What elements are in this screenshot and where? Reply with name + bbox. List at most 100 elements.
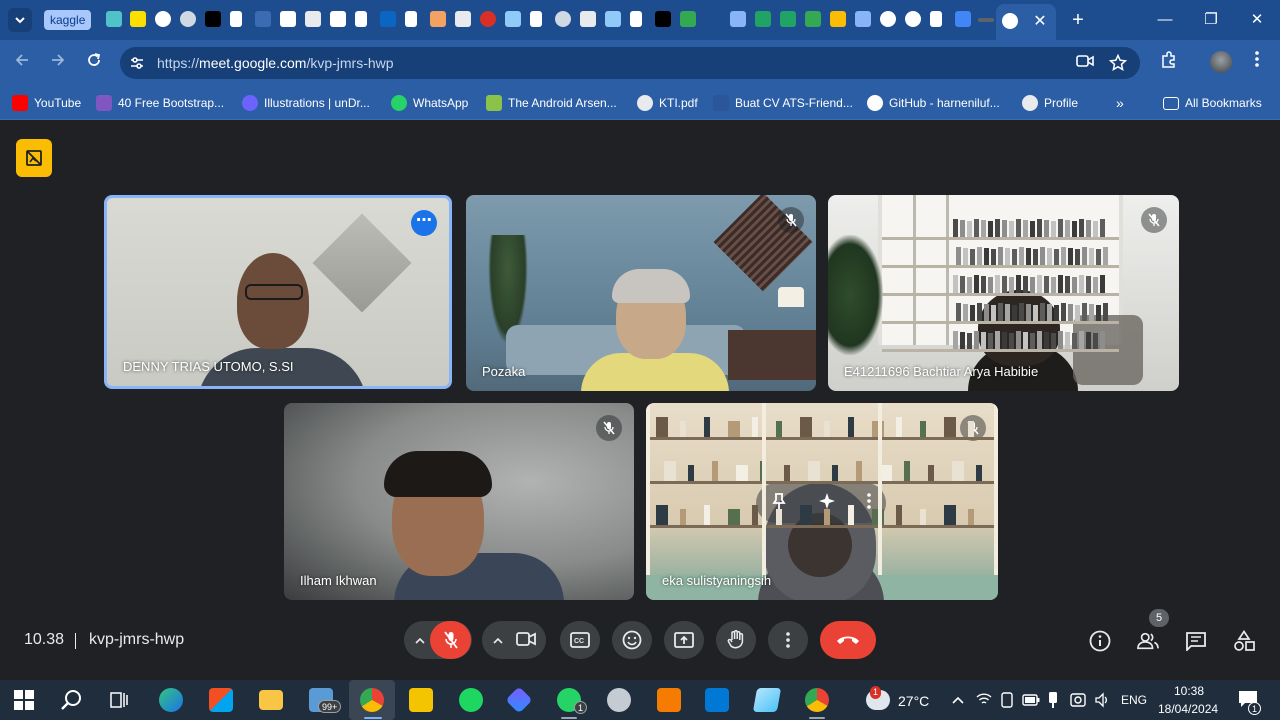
- bookmark-item[interactable]: Profile: [1022, 93, 1078, 113]
- tab-search-button[interactable]: [8, 8, 32, 32]
- close-tab-icon[interactable]: ✕: [1030, 12, 1050, 32]
- translate-icon[interactable]: [955, 11, 971, 27]
- chat-button[interactable]: [1185, 630, 1207, 652]
- copilot-icon[interactable]: [505, 686, 533, 714]
- google-icon[interactable]: [155, 11, 171, 27]
- new-tab-button[interactable]: +: [1066, 8, 1090, 32]
- file-explorer-icon[interactable]: [259, 690, 283, 710]
- forward-button[interactable]: [46, 51, 70, 75]
- doc-icon[interactable]: [405, 11, 417, 27]
- pinned-tab-icon[interactable]: [455, 11, 471, 27]
- more-options-button[interactable]: [768, 621, 808, 659]
- doc-icon[interactable]: [630, 11, 642, 27]
- terminal-icon[interactable]: [705, 11, 721, 27]
- battery-icon[interactable]: [1022, 693, 1040, 707]
- github-icon[interactable]: [880, 11, 896, 27]
- audio-options-button[interactable]: [412, 632, 428, 648]
- bookmark-star-icon[interactable]: [1108, 53, 1128, 74]
- network-icon[interactable]: [976, 692, 992, 708]
- temperature[interactable]: 27°C: [898, 693, 929, 709]
- globe-icon[interactable]: [555, 11, 571, 27]
- bookmark-item[interactable]: GitHub - harneniluf...: [867, 93, 1000, 113]
- pinned-tab-icon[interactable]: [780, 11, 796, 27]
- reactions-button[interactable]: [612, 621, 652, 659]
- pinned-tab-icon[interactable]: [106, 11, 122, 27]
- chrome-icon[interactable]: [360, 688, 384, 712]
- pinned-tab-icon[interactable]: [855, 11, 871, 27]
- tile-more-options-button[interactable]: ⋯: [411, 210, 437, 236]
- back-button[interactable]: [10, 51, 34, 75]
- task-view-button[interactable]: [109, 690, 131, 712]
- pinned-tab-icon[interactable]: [280, 11, 296, 27]
- doc-icon[interactable]: [355, 11, 367, 27]
- camera-toggle-button[interactable]: [516, 631, 536, 652]
- plus-icon[interactable]: [805, 11, 821, 27]
- vscode-icon[interactable]: [705, 688, 729, 712]
- start-button[interactable]: [14, 690, 34, 710]
- pinned-tab-icon[interactable]: [430, 11, 446, 27]
- raise-hand-button[interactable]: [716, 621, 756, 659]
- tray-clock-date[interactable]: 18/04/2024: [1158, 702, 1218, 716]
- bookmark-item[interactable]: Buat CV ATS-Friend...: [713, 93, 853, 113]
- extensions-button[interactable]: [1157, 51, 1181, 75]
- globe-icon[interactable]: [180, 11, 196, 27]
- activities-button[interactable]: [1233, 630, 1255, 652]
- all-bookmarks-button[interactable]: All Bookmarks: [1163, 93, 1262, 113]
- close-window-button[interactable]: ✕: [1234, 8, 1280, 32]
- usb-icon[interactable]: [1048, 691, 1060, 709]
- address-bar[interactable]: https://meet.google.com/kvp-jmrs-hwp: [120, 47, 1140, 79]
- captions-button[interactable]: CC: [560, 621, 600, 659]
- pinned-tab-icon[interactable]: [730, 11, 746, 27]
- reload-button[interactable]: [82, 51, 106, 75]
- participant-tile[interactable]: E41211696 Bachtiar Arya Habibie: [828, 195, 1179, 391]
- microsoft-store-icon[interactable]: [209, 688, 233, 712]
- site-info-icon[interactable]: [128, 54, 146, 72]
- pinned-tab-icon[interactable]: [978, 18, 994, 22]
- video-options-button[interactable]: [490, 632, 506, 648]
- pinned-tab-icon[interactable]: [580, 11, 596, 27]
- bookmark-item[interactable]: WhatsApp: [391, 93, 468, 113]
- pinned-tab-icon[interactable]: [305, 11, 321, 27]
- participant-tile[interactable]: Pozaka: [466, 195, 816, 391]
- bookmark-item[interactable]: KTI.pdf: [637, 93, 698, 113]
- pinned-tab-icon[interactable]: [480, 11, 496, 27]
- more-vert-icon[interactable]: [867, 492, 871, 514]
- people-button[interactable]: [1137, 630, 1159, 652]
- pinned-tab-icon[interactable]: [330, 11, 346, 27]
- camera-icon[interactable]: [1075, 54, 1095, 74]
- restore-button[interactable]: ❐: [1188, 8, 1234, 32]
- pinned-tab-icon[interactable]: [605, 11, 621, 27]
- leave-call-button[interactable]: [820, 621, 876, 659]
- doc-icon[interactable]: [230, 11, 242, 27]
- edge-icon[interactable]: [159, 688, 183, 712]
- search-button[interactable]: [60, 689, 84, 713]
- mic-toggle-button[interactable]: [430, 621, 471, 659]
- bookmark-item[interactable]: 40 Free Bootstrap...: [96, 93, 224, 113]
- meet-info-badge[interactable]: [16, 139, 52, 177]
- snipping-tool-icon[interactable]: [607, 688, 631, 712]
- linkedin-icon[interactable]: [380, 11, 396, 27]
- bookmark-item[interactable]: The Android Arsen...: [486, 93, 617, 113]
- pinned-tab-icon[interactable]: [755, 11, 771, 27]
- chrome-profile-icon[interactable]: [805, 688, 829, 712]
- xampp-icon[interactable]: [657, 688, 681, 712]
- camera-tray-icon[interactable]: [1070, 692, 1088, 708]
- tab-kaggle[interactable]: kaggle: [44, 10, 92, 30]
- medium-icon[interactable]: [655, 11, 671, 27]
- doc-icon[interactable]: [530, 11, 542, 27]
- pinned-tab-icon[interactable]: [130, 11, 146, 27]
- bookmark-item[interactable]: YouTube: [12, 93, 81, 113]
- participant-tile[interactable]: Ilham Ikhwan: [284, 403, 634, 600]
- tray-clock-time[interactable]: 10:38: [1174, 684, 1204, 698]
- github-icon[interactable]: [905, 11, 921, 27]
- minimize-button[interactable]: —: [1142, 8, 1188, 32]
- spotify-icon[interactable]: [459, 688, 483, 712]
- show-hidden-icons-button[interactable]: [951, 692, 965, 706]
- participant-tile[interactable]: eka sulistyaningsih: [646, 403, 998, 600]
- doc-icon[interactable]: [930, 11, 942, 27]
- participant-tile[interactable]: ⋯ DENNY TRIAS UTOMO, S.SI: [104, 195, 452, 389]
- sticky-notes-icon[interactable]: [409, 688, 433, 712]
- pinned-tab-icon[interactable]: [505, 11, 521, 27]
- volume-icon[interactable]: [1094, 692, 1110, 708]
- chrome-menu-button[interactable]: [1245, 51, 1269, 75]
